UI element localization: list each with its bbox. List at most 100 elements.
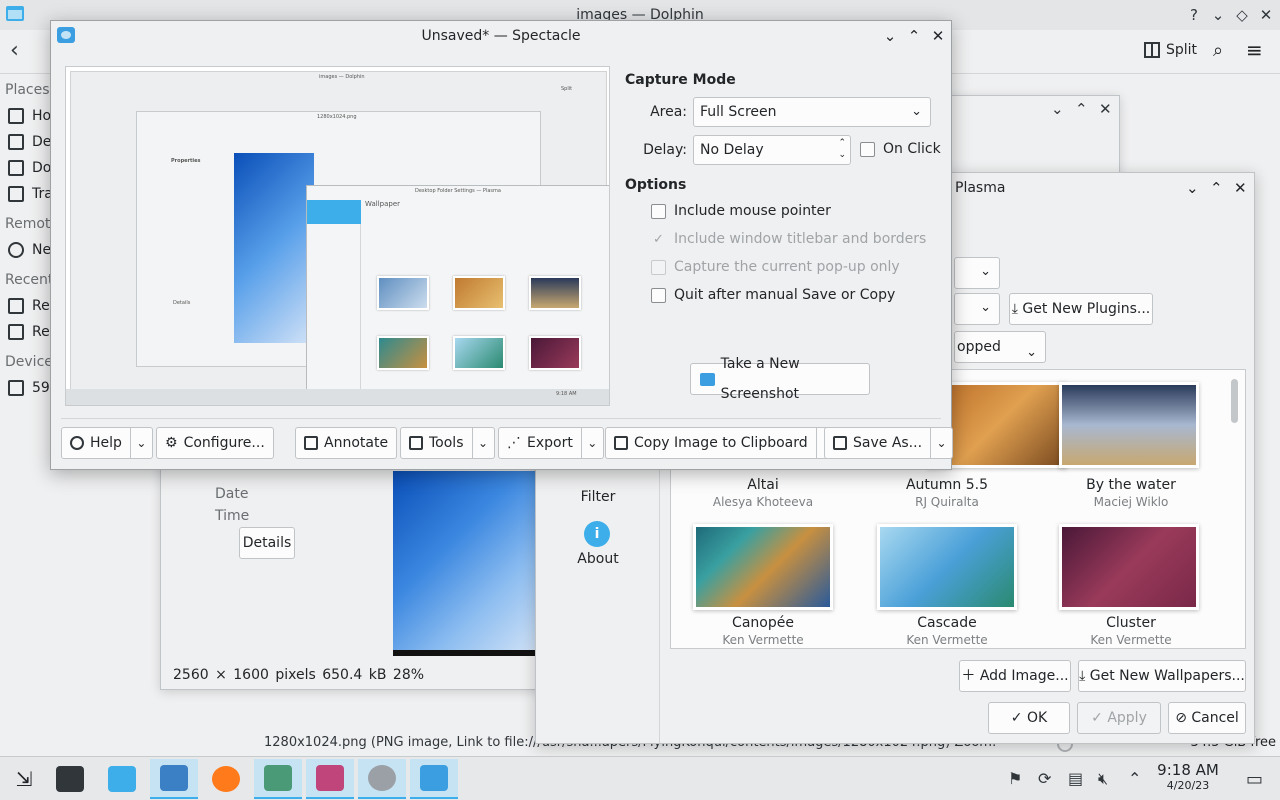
places-item-label: Ho bbox=[32, 108, 52, 124]
task-system-settings[interactable] bbox=[46, 759, 94, 799]
spectacle-minimize-icon[interactable]: ⌄ bbox=[879, 21, 901, 51]
wallpaper-thumb-by-the-water[interactable] bbox=[1059, 382, 1199, 468]
preview-taskbar: 9:18 AM bbox=[66, 389, 609, 405]
wallpaper-thumb-canopee[interactable] bbox=[693, 524, 833, 610]
apply-button[interactable]: ✓ Apply bbox=[1077, 702, 1161, 734]
plasma-maximize-icon[interactable]: ⌃ bbox=[1210, 173, 1223, 203]
help-icon[interactable]: ? bbox=[1182, 0, 1206, 30]
network-status-icon[interactable]: ⚑ bbox=[1008, 769, 1022, 788]
take-new-screenshot-button[interactable]: Take a New Screenshot bbox=[690, 356, 870, 402]
tools-button[interactable]: Tools ⌄ bbox=[400, 427, 495, 459]
viewer-close-icon[interactable]: ✕ bbox=[1099, 100, 1112, 118]
export-button[interactable]: ⋰ Export ⌄ bbox=[498, 427, 604, 459]
annotate-label: Annotate bbox=[324, 435, 389, 451]
annotate-button[interactable]: Annotate bbox=[295, 427, 398, 459]
include-mouse-checkbox[interactable]: Include mouse pointer bbox=[651, 203, 831, 219]
wallpaper-name: Cluster bbox=[1106, 615, 1156, 631]
wallpaper-author: Ken Vermette bbox=[906, 633, 988, 647]
image-preview bbox=[393, 471, 535, 656]
places-item-network[interactable]: Ne bbox=[8, 242, 51, 258]
places-item-desktop[interactable]: De bbox=[8, 134, 51, 150]
toolbar-separator bbox=[61, 418, 941, 419]
plasma-close-icon[interactable]: ✕ bbox=[1234, 173, 1247, 203]
screenshot-preview[interactable]: images — Dolphin Split 1280x1024.png Pro… bbox=[65, 66, 610, 406]
options-header: Options bbox=[625, 177, 687, 193]
chevron-down-icon: ⌄ bbox=[980, 300, 991, 315]
wallpaper-thumb-cascade[interactable] bbox=[877, 524, 1017, 610]
get-new-wallpapers-button[interactable]: ⤓ Get New Wallpapers... bbox=[1078, 660, 1246, 692]
places-item-trash[interactable]: Tra bbox=[8, 186, 53, 202]
details-button[interactable]: Details bbox=[239, 527, 295, 559]
capture-popup-checkbox[interactable]: Capture the current pop-up only bbox=[651, 259, 900, 275]
plasma-minimize-icon[interactable]: ⌄ bbox=[1186, 173, 1199, 203]
update-icon[interactable]: ⟳ bbox=[1038, 769, 1051, 788]
wallpaper-grid-scrollbar[interactable] bbox=[1231, 379, 1238, 423]
save-as-button[interactable]: Save As... ⌄ bbox=[824, 427, 954, 459]
preview-thumb-cascade bbox=[453, 336, 505, 370]
sidebar-item-about[interactable]: About bbox=[536, 551, 660, 567]
spectacle-title: Unsaved* — Spectacle bbox=[421, 28, 581, 44]
places-item-drive[interactable]: 59. bbox=[8, 380, 54, 396]
dolphin-app-icon bbox=[6, 6, 24, 21]
back-icon[interactable]: ‹ bbox=[10, 38, 19, 63]
clipboard-icon[interactable]: ▤ bbox=[1068, 769, 1083, 788]
on-click-checkbox[interactable]: On Click bbox=[860, 141, 941, 157]
chevron-down-icon[interactable]: ⌄ bbox=[471, 428, 494, 458]
spectacle-maximize-icon[interactable]: ⌃ bbox=[903, 21, 925, 51]
drive-icon bbox=[8, 380, 24, 396]
search-icon[interactable]: ⌕ bbox=[1213, 40, 1223, 61]
get-new-plugins-button[interactable]: ⤓ Get New Plugins... bbox=[1009, 293, 1153, 325]
export-label: Export bbox=[527, 435, 573, 451]
maximize-icon[interactable]: ◇ bbox=[1230, 0, 1254, 30]
volume-muted-icon[interactable]: 🔇︎ bbox=[1098, 769, 1108, 789]
save-as-label: Save As... bbox=[853, 435, 923, 451]
task-image-viewer[interactable] bbox=[358, 759, 406, 799]
viewer-minimize-icon[interactable]: ⌄ bbox=[1051, 100, 1064, 118]
chevron-down-icon[interactable]: ⌄ bbox=[580, 428, 603, 458]
area-dropdown[interactable]: Full Screen ⌄ bbox=[693, 97, 931, 127]
split-button[interactable]: Split bbox=[1144, 42, 1197, 58]
preview-thumb-water bbox=[529, 276, 581, 310]
chevron-down-icon[interactable]: ⌄ bbox=[930, 428, 952, 458]
tray-expand-icon[interactable]: ⌃ bbox=[1128, 769, 1141, 788]
close-icon[interactable]: ✕ bbox=[1254, 0, 1278, 30]
sidebar-item-filter[interactable]: Filter bbox=[536, 489, 660, 505]
viewer-status: 2560 × 1600 pixels 650.4 kB 28% bbox=[173, 667, 425, 683]
task-discover[interactable] bbox=[98, 759, 146, 799]
task-plasma-settings[interactable] bbox=[254, 759, 302, 799]
delay-spinbox[interactable]: No Delay ⌃ ⌄ bbox=[693, 135, 851, 165]
positioning-dropdown[interactable]: opped ⌄ bbox=[954, 331, 1046, 363]
task-firefox[interactable] bbox=[202, 759, 250, 799]
checkbox-box bbox=[651, 203, 666, 219]
show-desktop-icon[interactable]: ▭ bbox=[1246, 769, 1263, 790]
task-spectacle[interactable] bbox=[410, 759, 458, 799]
wallpaper-thumb-cluster[interactable] bbox=[1059, 524, 1199, 610]
viewer-maximize-icon[interactable]: ⌃ bbox=[1075, 100, 1088, 118]
ok-button[interactable]: ✓ OK bbox=[988, 702, 1070, 734]
chevron-down-icon: ⌄ bbox=[1026, 345, 1037, 360]
add-image-button[interactable]: ＋ Add Image... bbox=[959, 660, 1071, 692]
cancel-button[interactable]: ⊘ Cancel bbox=[1168, 702, 1246, 734]
clock[interactable]: 9:18 AM 4/20/23 bbox=[1148, 761, 1228, 792]
places-item-label: De bbox=[32, 134, 52, 150]
copy-to-clipboard-button[interactable]: Copy Image to Clipboard ⌄ bbox=[605, 427, 839, 459]
layout-dropdown[interactable]: ⌄ bbox=[954, 257, 1000, 289]
include-titlebar-checkbox[interactable]: ✓ Include window titlebar and borders bbox=[651, 231, 926, 247]
preview-split-label: Split bbox=[561, 86, 573, 92]
task-kate[interactable] bbox=[306, 759, 354, 799]
configure-button[interactable]: ⚙ Configure... bbox=[156, 427, 274, 459]
app-launcher-icon[interactable]: ⇲ bbox=[0, 759, 48, 799]
delay-label: Delay: bbox=[643, 142, 687, 158]
area-value: Full Screen bbox=[700, 104, 777, 120]
minimize-icon[interactable]: ⌄ bbox=[1206, 0, 1230, 30]
chevron-down-icon[interactable]: ⌄ bbox=[129, 428, 152, 458]
spinbox-arrows-icon[interactable]: ⌃ ⌄ bbox=[838, 137, 846, 161]
places-item-downloads[interactable]: Do bbox=[8, 160, 51, 176]
wallpaper-type-dropdown[interactable]: ⌄ bbox=[954, 293, 1000, 325]
task-dolphin[interactable] bbox=[150, 759, 198, 799]
spectacle-close-icon[interactable]: ✕ bbox=[927, 21, 949, 51]
hamburger-menu-icon[interactable]: ≡ bbox=[1246, 38, 1263, 62]
places-item-home[interactable]: Ho bbox=[8, 108, 51, 124]
help-button[interactable]: Help ⌄ bbox=[61, 427, 153, 459]
quit-after-save-checkbox[interactable]: Quit after manual Save or Copy bbox=[651, 287, 895, 303]
